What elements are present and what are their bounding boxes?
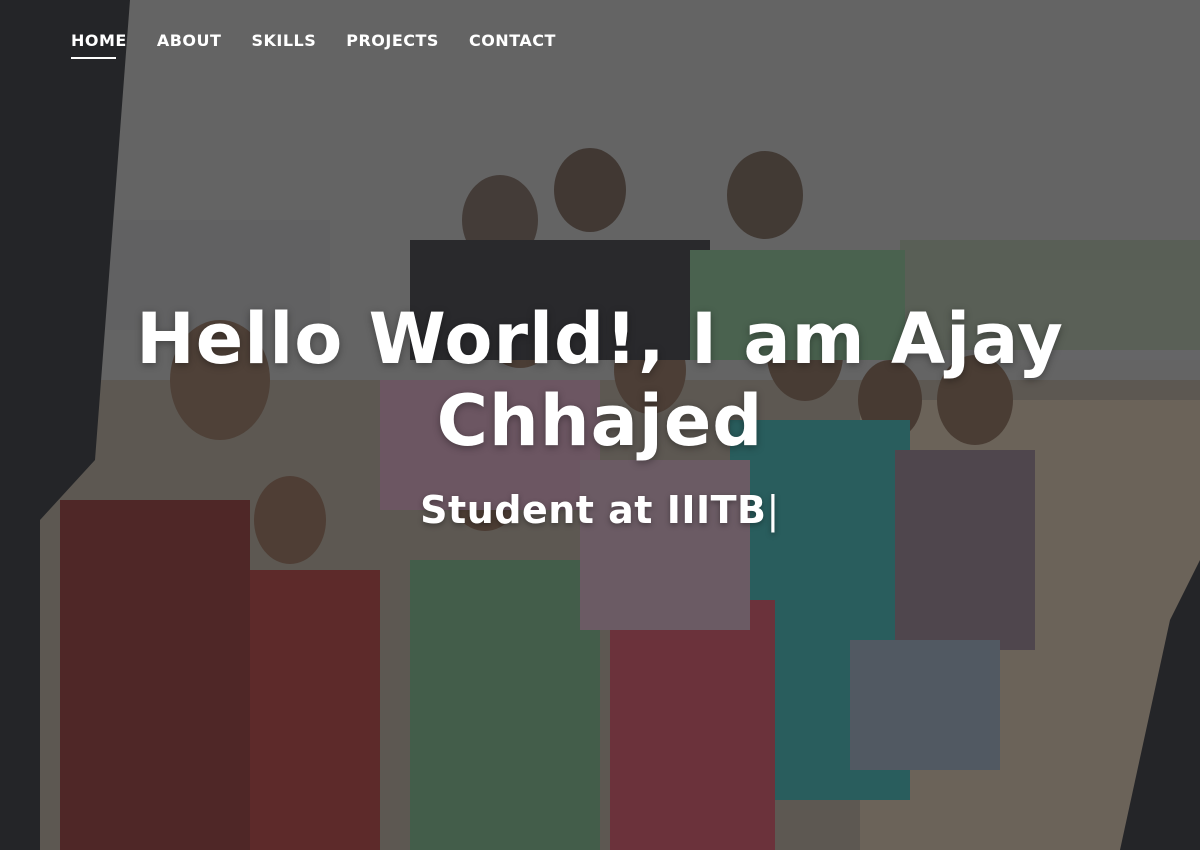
- typing-cursor: |: [766, 488, 780, 532]
- hero-section: HOME ABOUT SKILLS PROJECTS CONTACT Hello…: [0, 0, 1200, 850]
- nav-item-home[interactable]: HOME: [71, 30, 127, 59]
- hero-title: Hello World!, I am Ajay Chhajed: [136, 298, 1064, 462]
- nav-item-skills[interactable]: SKILLS: [251, 30, 316, 52]
- hero-subtitle: Student at IIITB|: [100, 487, 1100, 533]
- hero-subtitle-text: Student at IIITB: [420, 488, 767, 532]
- nav-item-about[interactable]: ABOUT: [157, 30, 222, 52]
- nav-item-projects[interactable]: PROJECTS: [346, 30, 439, 52]
- nav-item-contact[interactable]: CONTACT: [469, 30, 556, 52]
- main-nav: HOME ABOUT SKILLS PROJECTS CONTACT: [71, 30, 556, 59]
